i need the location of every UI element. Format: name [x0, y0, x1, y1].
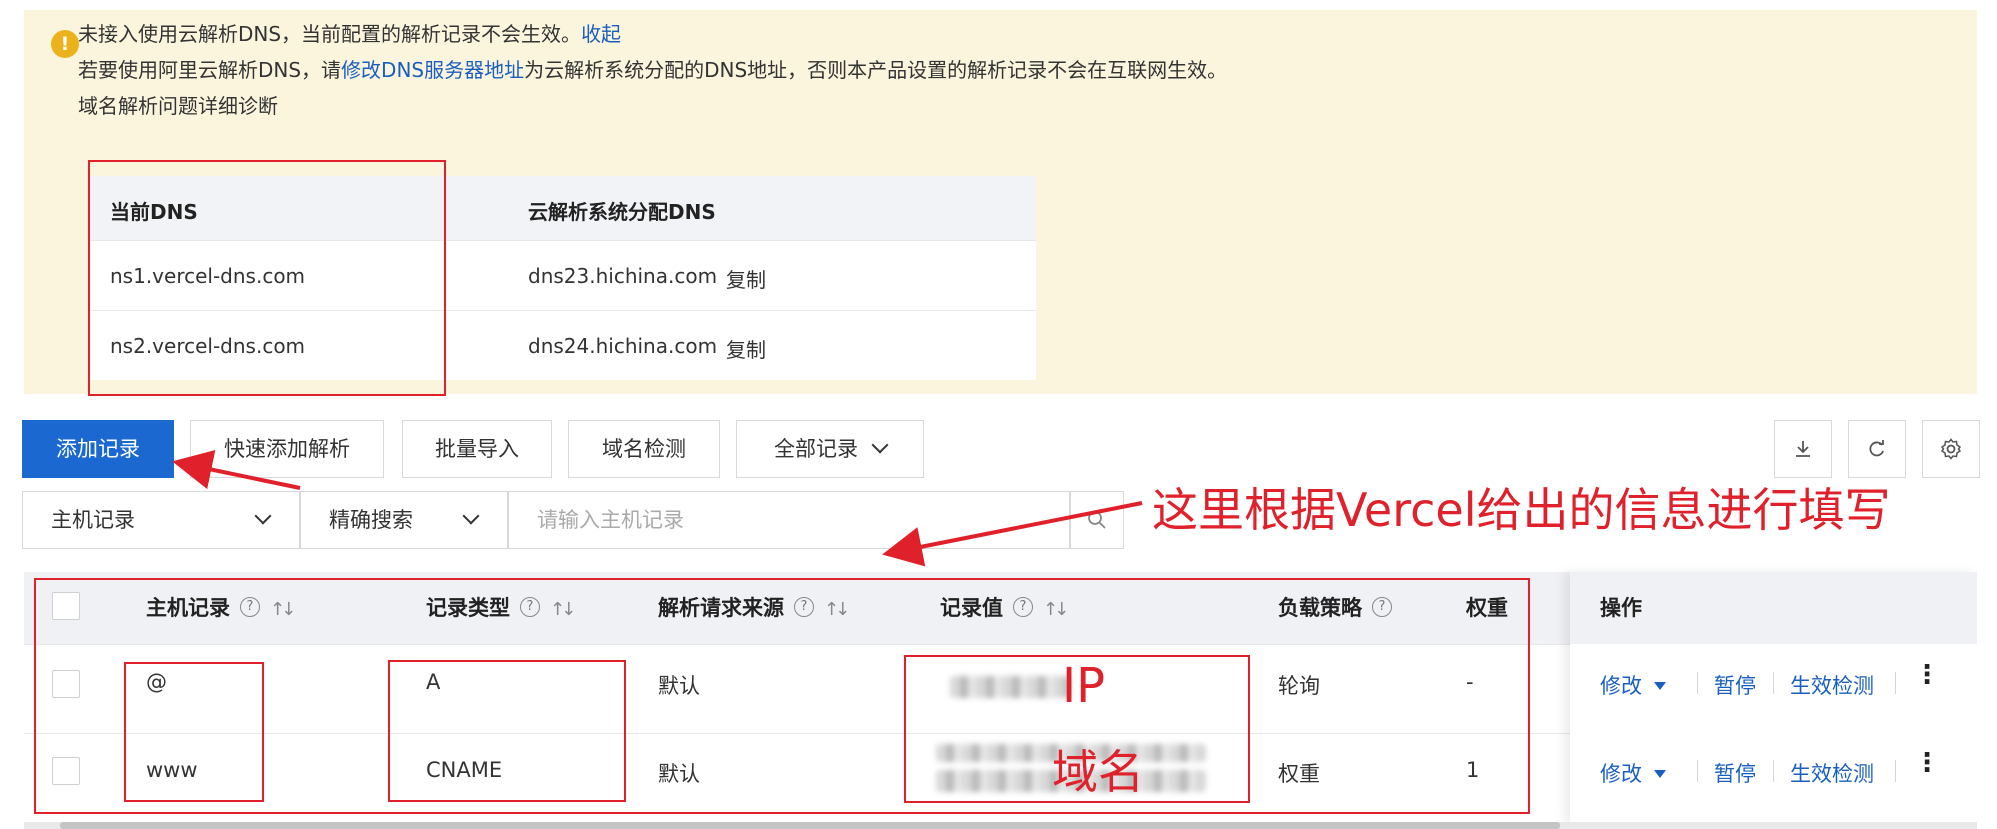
arrow-to-table: [882, 501, 1143, 567]
arrow-to-add-record: [172, 449, 301, 490]
annotation-arrows: [172, 449, 1143, 567]
